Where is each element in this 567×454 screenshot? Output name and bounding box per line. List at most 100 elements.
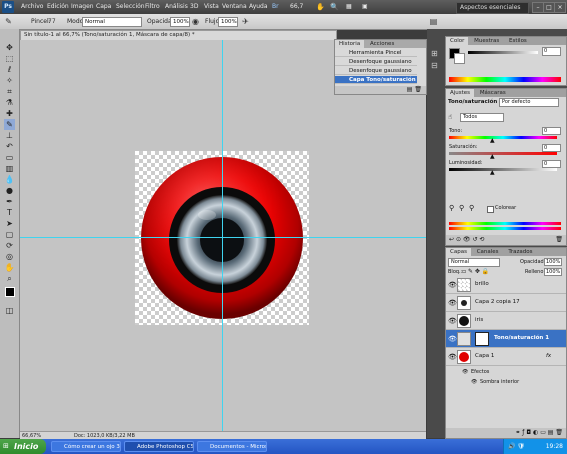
k-value[interactable]: 0 <box>542 47 561 56</box>
clip-icon[interactable]: ⊙ <box>456 236 461 243</box>
marquee-tool-icon[interactable]: ⬚ <box>4 53 15 64</box>
effect-eye-icon[interactable]: 👁 <box>471 379 477 385</box>
lock-icons[interactable]: ▫ ✎ ✥ 🔒 <box>462 268 489 275</box>
fx-icon[interactable]: ƒ <box>522 429 524 436</box>
collapsed-panel-icon[interactable]: ⊟ <box>431 61 438 70</box>
visibility-icon[interactable]: 👁 <box>463 236 471 243</box>
dodge-tool-icon[interactable]: ● <box>4 185 15 196</box>
menu-analisis[interactable]: Análisis <box>165 3 188 10</box>
history-item-selected[interactable]: Capa Tono/saturación 1 <box>335 76 417 84</box>
hand-icon[interactable]: ✋ <box>316 3 325 11</box>
pen-tool-icon[interactable]: ✒ <box>4 196 15 207</box>
zoom-icon[interactable]: 🔍 <box>330 3 339 11</box>
eyedropper-tool-icon[interactable]: ⚗ <box>4 97 15 108</box>
tab-mascaras[interactable]: Máscaras <box>476 89 510 97</box>
zoom-level[interactable]: 66,7 <box>290 3 303 10</box>
hue-value[interactable]: 0 <box>542 127 561 135</box>
tab-color[interactable]: Color <box>446 37 469 45</box>
effects-eye-icon[interactable]: 👁 <box>462 369 468 375</box>
new-snapshot-icon[interactable]: ▤ <box>407 86 413 93</box>
color-ramp[interactable] <box>449 77 561 82</box>
lightness-slider[interactable] <box>449 168 557 171</box>
menu-3d[interactable]: 3D <box>190 3 198 10</box>
airbrush-icon[interactable]: ✈ <box>240 16 251 27</box>
brush-size[interactable]: 77 <box>48 18 56 25</box>
blur-tool-icon[interactable]: 💧 <box>4 174 15 185</box>
tab-historia[interactable]: Historia <box>335 40 365 48</box>
layer-row[interactable]: 👁 Capa 2 copia 17 <box>446 294 566 312</box>
gradient-tool-icon[interactable]: ▥ <box>4 163 15 174</box>
layer-row[interactable]: 👁 Capa 1 fx <box>446 348 566 366</box>
tab-trazados[interactable]: Trazados <box>504 248 536 256</box>
crop-tool-icon[interactable]: ⌗ <box>4 86 15 97</box>
layer-name[interactable]: iris <box>475 317 483 323</box>
reset-icon[interactable]: ⟲ <box>479 236 484 243</box>
new-layer-icon[interactable]: ▤ <box>548 429 554 436</box>
visibility-eye-icon[interactable]: 👁 <box>448 353 457 361</box>
layer-row[interactable]: 👁 brillo <box>446 276 566 294</box>
screen-mode-icon[interactable]: ▣ <box>362 3 368 10</box>
k-slider[interactable] <box>468 51 538 54</box>
trash-icon[interactable]: 🗑 <box>414 86 422 93</box>
brush-panel-icon[interactable]: ▤ <box>428 16 439 27</box>
layer-row-selected[interactable]: 👁 Tono/saturación 1 <box>446 330 566 348</box>
eraser-tool-icon[interactable]: ▭ <box>4 152 15 163</box>
bridge-icon[interactable]: Br <box>272 3 279 10</box>
tab-capas[interactable]: Capas <box>446 248 471 256</box>
brush-tool-icon[interactable]: ✎ <box>4 119 15 130</box>
3d-rotate-tool-icon[interactable]: ⟳ <box>4 240 15 251</box>
close-button[interactable]: × <box>554 2 566 13</box>
workspace-switcher[interactable]: Aspectos esenciales <box>456 2 529 14</box>
shape-tool-icon[interactable]: ▢ <box>4 229 15 240</box>
visibility-eye-icon[interactable]: 👁 <box>448 317 457 325</box>
folder-icon[interactable]: ▭ <box>540 429 546 436</box>
taskbar-item-active[interactable]: Adobe Photoshop CS... <box>124 441 194 452</box>
brush-tool-icon[interactable]: ✎ <box>3 16 14 27</box>
layer-name[interactable]: Tono/saturación 1 <box>494 335 549 341</box>
menu-ayuda[interactable]: Ayuda <box>249 3 268 10</box>
collapsed-panel-icon[interactable]: ⊞ <box>431 49 438 58</box>
3d-orbit-tool-icon[interactable]: ◎ <box>4 251 15 262</box>
history-item[interactable]: Desenfoque gaussiano <box>335 58 417 66</box>
menu-capa[interactable]: Capa <box>96 3 111 10</box>
opacity-field[interactable]: 100% <box>170 17 190 27</box>
tray-icons[interactable]: 🔊 🛡 <box>508 439 525 454</box>
menu-edicion[interactable]: Edición <box>47 3 69 10</box>
history-item[interactable]: Desenfoque gaussiano <box>335 67 417 75</box>
layer-name[interactable]: Capa 1 <box>475 353 494 359</box>
zoom-tool-icon[interactable]: ⌕ <box>4 273 15 284</box>
visibility-eye-icon[interactable]: 👁 <box>448 335 457 343</box>
mask-icon[interactable]: ◘ <box>526 429 531 436</box>
channel-select[interactable]: Todos <box>460 113 504 122</box>
lasso-tool-icon[interactable]: ℓ <box>4 64 15 75</box>
saturation-slider[interactable] <box>449 152 557 155</box>
fx-badge[interactable]: fx <box>546 353 551 359</box>
link-icon[interactable]: ⚭ <box>515 429 520 436</box>
stamp-tool-icon[interactable]: ⊥ <box>4 130 15 141</box>
hand-tool-icon[interactable]: ✋ <box>4 262 15 273</box>
taskbar-item[interactable]: Cómo crear un ojo 3D... <box>51 441 121 452</box>
menu-filtro[interactable]: Filtro <box>145 3 160 10</box>
previous-state-icon[interactable]: ↺ <box>472 236 477 243</box>
layer-mask-thumbnail[interactable] <box>475 332 489 346</box>
blend-mode-select[interactable]: Normal <box>448 258 500 267</box>
hue-slider[interactable] <box>449 136 557 139</box>
menu-ventana[interactable]: Ventana <box>222 3 247 10</box>
move-tool-icon[interactable]: ✥ <box>4 42 15 53</box>
menu-vista[interactable]: Vista <box>204 3 219 10</box>
on-image-adjust-icon[interactable]: ☝ <box>448 113 452 121</box>
trash-icon[interactable]: 🗑 <box>555 429 563 436</box>
bg-color-chip[interactable] <box>454 53 465 64</box>
tab-ajustes[interactable]: Ajustes <box>446 89 475 97</box>
layer-name[interactable]: Capa 2 copia 17 <box>475 299 520 305</box>
colorize-checkbox[interactable] <box>487 206 494 213</box>
return-icon[interactable]: ↩ <box>449 236 454 243</box>
lightness-slider-thumb-icon[interactable]: ▲ <box>490 169 495 176</box>
history-brush-tool-icon[interactable]: ↶ <box>4 141 15 152</box>
layer-row[interactable]: 👁 iris <box>446 312 566 330</box>
quick-mask-icon[interactable]: ◫ <box>4 305 15 316</box>
effect-inner-shadow[interactable]: Sombra interior <box>480 379 519 385</box>
preset-select[interactable]: Por defecto <box>499 98 559 107</box>
hue-slider-thumb-icon[interactable]: ▲ <box>490 137 495 144</box>
type-tool-icon[interactable]: T <box>4 207 15 218</box>
